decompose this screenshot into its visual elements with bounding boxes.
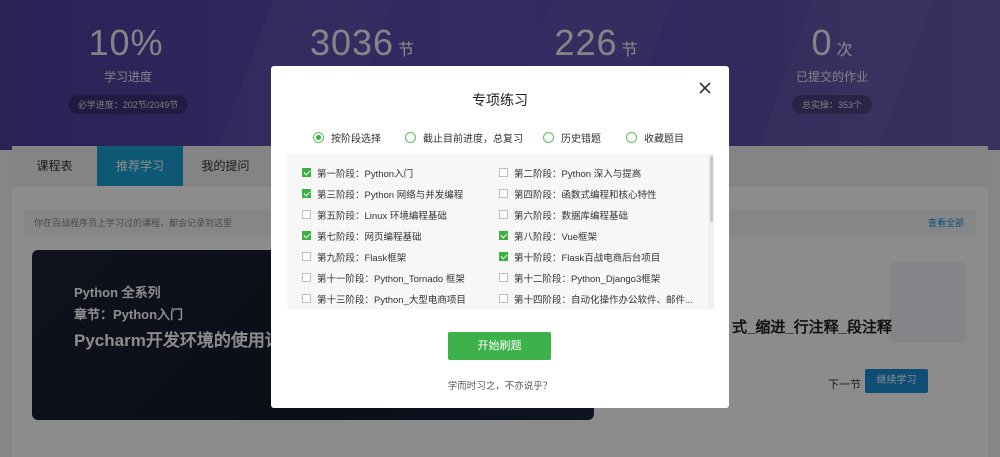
stage-checkbox-8[interactable]: 第八阶段：Vue框架	[499, 225, 597, 246]
checkbox-icon	[302, 252, 311, 261]
stage-checkbox-4[interactable]: 第四阶段：函数式编程和核心特性	[499, 183, 657, 204]
checkbox-icon	[302, 210, 311, 219]
stage-label: 第九阶段：Flask框架	[317, 252, 407, 264]
radio-favorites[interactable]: 收藏题目	[626, 129, 684, 145]
radio-dot-icon	[626, 131, 637, 143]
stage-label: 第六阶段：数据库编程基础	[514, 210, 629, 222]
stage-checkbox-13[interactable]: 第十三阶段：Python_大型电商项目	[302, 288, 466, 309]
stage-list[interactable]: 第一阶段：Python入门 第二阶段：Python 深入与提高 第三阶段：Pyt…	[287, 154, 714, 309]
checkbox-checked-icon	[302, 231, 311, 240]
stage-label: 第一阶段：Python入门	[317, 168, 414, 180]
stage-label: 第三阶段：Python 网络与并发编程	[317, 189, 464, 201]
scrollbar-thumb[interactable]	[710, 156, 713, 222]
stage-checkbox-12[interactable]: 第十二阶段：Python_Django3框架	[499, 267, 660, 288]
stage-label: 第五阶段：Linux 环境编程基础	[317, 210, 447, 222]
stage-label: 第十三阶段：Python_大型电商项目	[317, 294, 466, 306]
radio-label: 收藏题目	[644, 133, 684, 145]
stage-label: 第十阶段：Flask百战电商后台项目	[514, 252, 661, 264]
stage-checkbox-3[interactable]: 第三阶段：Python 网络与并发编程	[302, 183, 463, 204]
stage-label: 第四阶段：函数式编程和核心特性	[514, 189, 657, 201]
stage-label: 第七阶段：网页编程基础	[317, 231, 422, 243]
checkbox-icon	[499, 168, 508, 177]
radio-label: 按阶段选择	[331, 133, 381, 145]
dialog-title: 专项练习	[472, 92, 528, 108]
checkbox-icon	[302, 294, 311, 303]
stage-label: 第八阶段：Vue框架	[514, 231, 598, 243]
stage-label: 第十四阶段：自动化操作办公软件、邮件...	[514, 294, 693, 306]
practice-mode-group: 按阶段选择 截止目前进度，总复习 历史错题 收藏题目	[313, 129, 713, 145]
list-scrollbar[interactable]	[708, 154, 714, 309]
stage-label: 第二阶段：Python 深入与提高	[514, 168, 642, 180]
stage-checkbox-6[interactable]: 第六阶段：数据库编程基础	[499, 204, 628, 225]
checkbox-checked-icon	[499, 231, 508, 240]
stage-checkbox-10[interactable]: 第十阶段：Flask百战电商后台项目	[499, 246, 660, 267]
practice-dialog: 专项练习 按阶段选择 截止目前进度，总复习 历史错题 收藏题目 第一阶段：Pyt…	[271, 66, 729, 408]
checkbox-icon	[499, 189, 508, 198]
stage-checkbox-9[interactable]: 第九阶段：Flask框架	[302, 246, 406, 267]
radio-dot-icon	[405, 131, 416, 143]
stage-checkbox-1[interactable]: 第一阶段：Python入门	[302, 162, 413, 183]
stage-label: 第十二阶段：Python_Django3框架	[514, 273, 661, 285]
radio-wrong-history[interactable]: 历史错题	[543, 129, 601, 145]
radio-label: 截止目前进度，总复习	[423, 133, 523, 145]
dialog-motto: 学而时习之，不亦说乎？	[447, 381, 553, 392]
stage-checkbox-7[interactable]: 第七阶段：网页编程基础	[302, 225, 422, 246]
checkbox-icon	[499, 210, 508, 219]
stage-checkbox-2[interactable]: 第二阶段：Python 深入与提高	[499, 162, 641, 183]
stage-checkbox-5[interactable]: 第五阶段：Linux 环境编程基础	[302, 204, 447, 225]
checkbox-icon	[302, 273, 311, 282]
checkbox-checked-icon	[302, 168, 311, 177]
close-icon[interactable]	[697, 80, 713, 96]
radio-full-review[interactable]: 截止目前进度，总复习	[405, 129, 523, 145]
radio-dot-icon	[313, 131, 324, 143]
stage-checkbox-11[interactable]: 第十一阶段：Python_Tornado 框架	[302, 267, 465, 288]
checkbox-checked-icon	[499, 252, 508, 261]
stage-label: 第十一阶段：Python_Tornado 框架	[317, 273, 465, 285]
checkbox-icon	[499, 273, 508, 282]
radio-dot-icon	[543, 131, 554, 143]
checkbox-icon	[499, 294, 508, 303]
checkbox-checked-icon	[302, 189, 311, 198]
start-practice-button[interactable]: 开始刷题	[448, 332, 551, 360]
stage-checkbox-14[interactable]: 第十四阶段：自动化操作办公软件、邮件...	[499, 288, 693, 309]
radio-by-stage[interactable]: 按阶段选择	[313, 129, 381, 145]
radio-label: 历史错题	[561, 133, 601, 145]
